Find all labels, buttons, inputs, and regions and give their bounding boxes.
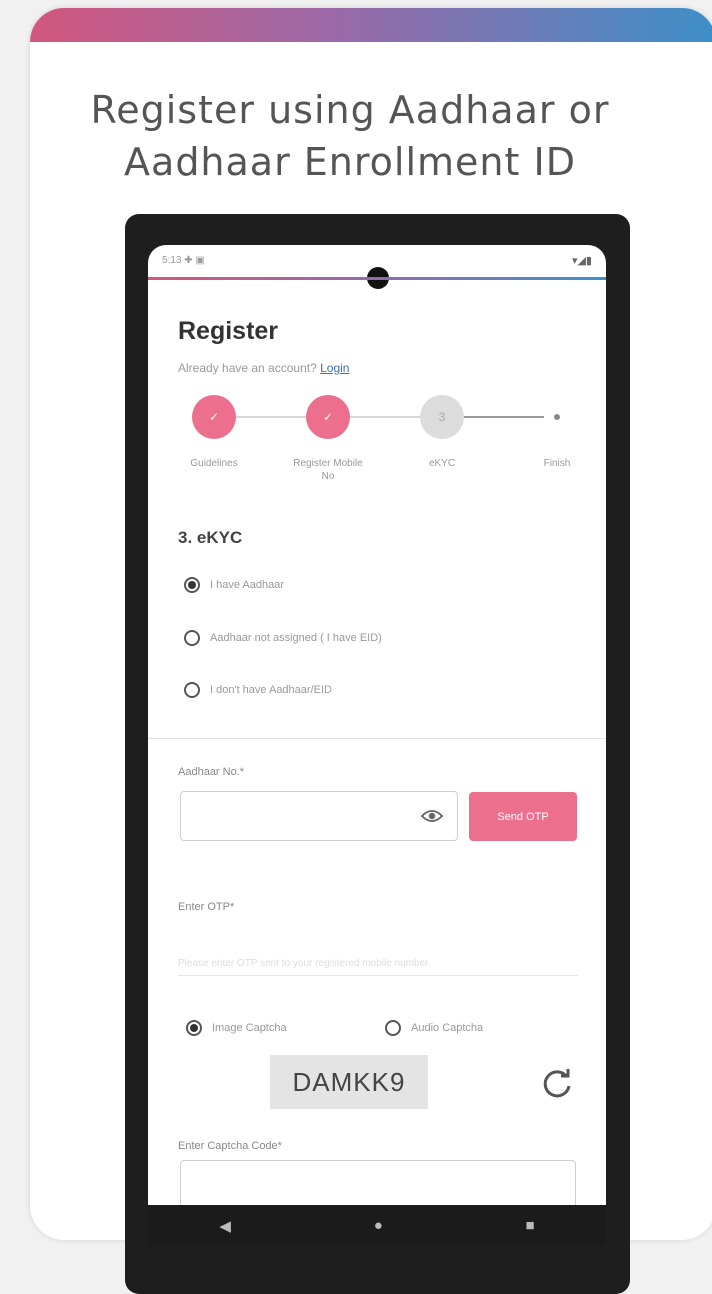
step-label-guidelines: Guidelines	[190, 458, 238, 469]
radio-image-captcha[interactable]: Image Captcha	[186, 1020, 287, 1036]
radio-label: I have Aadhaar	[210, 579, 285, 591]
radio-button-checked[interactable]	[186, 1020, 202, 1036]
aadhaar-field-label: Aadhaar No.*	[178, 766, 245, 778]
nav-back-icon[interactable]: ◀	[219, 1217, 231, 1235]
step-label-finish: Finish	[543, 458, 571, 469]
nav-recents-icon[interactable]: ■	[526, 1217, 535, 1234]
radio-button[interactable]	[184, 682, 200, 698]
captcha-image: DAMKK9	[270, 1055, 428, 1109]
section-divider	[148, 738, 606, 739]
radio-label: Aadhaar not assigned ( I have EID)	[210, 632, 382, 644]
step-label-register-mobile: Register Mobile No	[293, 458, 363, 482]
already-account-text: Already have an account? Login	[178, 361, 349, 375]
gradient-top-bar	[30, 8, 712, 42]
captcha-code-input[interactable]	[180, 1160, 576, 1205]
eye-icon[interactable]	[421, 808, 443, 824]
otp-input[interactable]: Please enter OTP sent to your registered…	[178, 958, 578, 969]
step-connector-1	[236, 416, 306, 418]
page-title: Register	[178, 317, 279, 345]
radio-button[interactable]	[184, 630, 200, 646]
step-connector-3	[464, 416, 544, 418]
headline-line-2: Aadhaar Enrollment ID	[124, 140, 576, 184]
radio-have-aadhaar[interactable]: I have Aadhaar	[184, 577, 284, 593]
step-ekyc-icon: 3	[420, 395, 464, 439]
refresh-icon[interactable]	[540, 1067, 574, 1101]
status-icons: ▾◢▮	[571, 255, 592, 267]
otp-field-label: Enter OTP*	[178, 901, 235, 913]
step-label-ekyc: eKYC	[428, 458, 456, 469]
status-time: 5:13 ✚ ▣	[162, 255, 205, 266]
radio-audio-captcha[interactable]: Audio Captcha	[385, 1020, 483, 1036]
radio-aadhaar-not-assigned[interactable]: Aadhaar not assigned ( I have EID)	[184, 630, 382, 646]
android-nav-bar: ◀ ● ■	[148, 1205, 606, 1246]
radio-button[interactable]	[385, 1020, 401, 1036]
already-account-label: Already have an account?	[178, 361, 317, 375]
step-guidelines-icon: ✓	[192, 395, 236, 439]
headline-line-1: Register using Aadhaar or	[90, 88, 610, 132]
phone-screen: 5:13 ✚ ▣ ▾◢▮ Register Already have an ac…	[148, 245, 606, 1205]
radio-button-checked[interactable]	[184, 577, 200, 593]
nav-home-icon[interactable]: ●	[374, 1217, 383, 1234]
send-otp-button[interactable]: Send OTP	[469, 792, 577, 841]
aadhaar-number-input[interactable]	[180, 791, 458, 841]
step-finish-dot	[554, 414, 560, 420]
otp-input-underline	[178, 975, 578, 976]
section-title-ekyc: 3. eKYC	[178, 528, 243, 547]
step-connector-2	[350, 416, 420, 418]
gradient-header-line	[148, 277, 606, 280]
radio-label: I don't have Aadhaar/EID	[210, 684, 332, 696]
captcha-field-label: Enter Captcha Code*	[178, 1140, 282, 1152]
radio-label: Image Captcha	[212, 1022, 287, 1034]
step-register-mobile-icon: ✓	[306, 395, 350, 439]
radio-no-aadhaar[interactable]: I don't have Aadhaar/EID	[184, 682, 332, 698]
radio-label: Audio Captcha	[411, 1022, 484, 1034]
login-link[interactable]: Login	[320, 361, 349, 375]
